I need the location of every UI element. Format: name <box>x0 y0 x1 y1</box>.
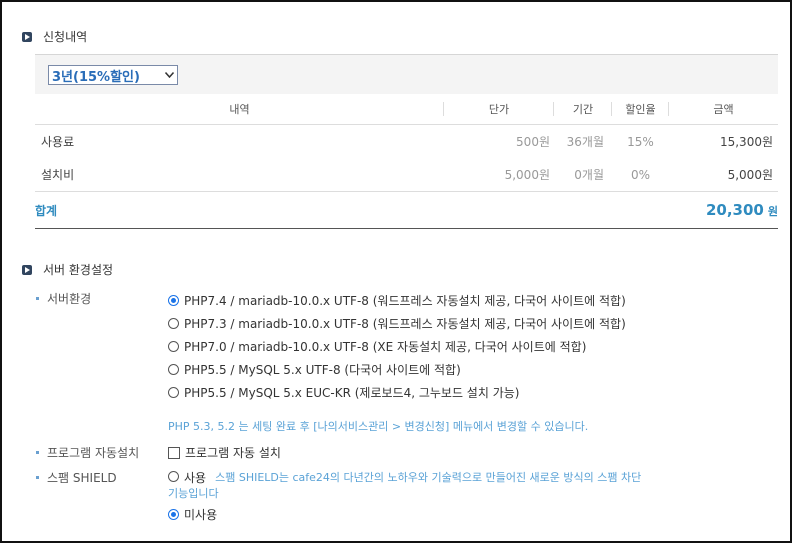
spam-nouse-label: 미사용 <box>184 508 218 522</box>
env-option-php55-euckr[interactable]: PHP5.5 / MySQL 5.x EUC-KR (제로보드4, 그누보드 설… <box>168 384 519 401</box>
row-discount: 0% <box>630 167 651 182</box>
server-section-title: 서버 환경설정 <box>43 263 114 277</box>
env-option-label: PHP7.3 / mariadb-10.0.x UTF-8 (워드프레스 자동설… <box>184 317 626 331</box>
radio-icon[interactable] <box>168 387 179 398</box>
table-row: 사용료 500원 36개월 15% 15,300원 <box>35 125 778 159</box>
program-checkbox-label: 프로그램 자동 설치 <box>185 446 281 460</box>
row-price: 5,000원 <box>504 168 550 182</box>
section-bullet-icon <box>22 31 32 42</box>
total-label: 합계 <box>35 191 444 229</box>
server-section-header: 서버 환경설정 <box>22 261 113 278</box>
server-env-label-text: 서버환경 <box>47 292 92 306</box>
order-section-title: 신청내역 <box>43 30 88 44</box>
period-bar: 3년(15%할인) <box>35 54 778 94</box>
col-header-period: 기간 <box>554 94 612 125</box>
env-option-label: PHP5.5 / MySQL 5.x UTF-8 (다국어 사이트에 적합) <box>184 363 461 377</box>
bullet-dot-icon <box>36 297 39 300</box>
radio-icon[interactable] <box>168 471 179 482</box>
env-option-php55-utf8[interactable]: PHP5.5 / MySQL 5.x UTF-8 (다국어 사이트에 적합) <box>168 361 461 378</box>
env-option-label: PHP7.0 / mariadb-10.0.x UTF-8 (XE 자동설치 제… <box>184 340 587 354</box>
main-frame: 신청내역 3년(15%할인) 내역 단가 기간 할인율 금액 사용료 500원 <box>0 0 792 543</box>
chevron-down-icon <box>161 66 177 84</box>
spam-use-label: 사용 <box>184 471 207 485</box>
period-select[interactable]: 3년(15%할인) <box>48 65 178 85</box>
env-option-php70[interactable]: PHP7.0 / mariadb-10.0.x UTF-8 (XE 자동설치 제… <box>168 338 586 355</box>
row-name: 사용료 <box>41 135 75 149</box>
radio-icon[interactable] <box>168 318 179 329</box>
checkbox-icon[interactable] <box>168 446 180 459</box>
period-select-value: 3년(15%할인) <box>52 69 140 85</box>
row-period: 36개월 <box>566 135 604 149</box>
col-header-amount: 금액 <box>669 94 778 125</box>
col-header-price: 단가 <box>444 94 554 125</box>
spam-desc-1: 스팸 SHIELD는 cafe24의 다년간의 노하우와 기술력으로 만들어진 … <box>215 471 642 484</box>
env-option-label: PHP5.5 / MySQL 5.x EUC-KR (제로보드4, 그누보드 설… <box>184 386 520 400</box>
col-header-discount: 할인율 <box>612 94 669 125</box>
row-amount: 15,300원 <box>719 135 773 149</box>
spam-use-option[interactable]: 사용 스팸 SHIELD는 cafe24의 다년간의 노하우와 기술력으로 만들… <box>168 469 641 486</box>
env-note: PHP 5.3, 5.2 는 세팅 완료 후 [나의서비스관리 > 변경신청] … <box>168 420 589 433</box>
spam-nouse-option[interactable]: 미사용 <box>168 506 217 523</box>
total-amount-unit: 원 <box>767 205 778 218</box>
program-label: 프로그램 자동설치 <box>36 444 139 461</box>
col-header-item: 내역 <box>35 94 444 125</box>
bullet-dot-icon <box>36 476 39 479</box>
program-auto-install-checkbox[interactable]: 프로그램 자동 설치 <box>168 444 281 461</box>
radio-icon[interactable] <box>168 364 179 375</box>
table-header-row: 내역 단가 기간 할인율 금액 <box>35 94 778 125</box>
table-row: 설치비 5,000원 0개월 0% 5,000원 <box>35 158 778 192</box>
total-row: 합계 20,300 원 <box>35 191 778 229</box>
section-bullet-icon <box>22 264 32 275</box>
spam-desc-2: 기능입니다 <box>168 487 219 500</box>
order-section-header: 신청내역 <box>22 28 87 45</box>
spam-label-text: 스팸 SHIELD <box>47 471 117 485</box>
server-env-label: 서버환경 <box>36 290 91 307</box>
row-price: 500원 <box>516 135 550 149</box>
row-period: 0개월 <box>574 168 604 182</box>
total-amount: 20,300 원 <box>669 191 778 229</box>
order-table: 내역 단가 기간 할인율 금액 사용료 500원 36개월 15% 15,300… <box>35 94 778 229</box>
env-option-label: PHP7.4 / mariadb-10.0.x UTF-8 (워드프레스 자동설… <box>184 294 626 308</box>
env-option-php74[interactable]: PHP7.4 / mariadb-10.0.x UTF-8 (워드프레스 자동설… <box>168 292 626 309</box>
program-label-text: 프로그램 자동설치 <box>47 446 140 460</box>
row-discount: 15% <box>627 134 654 149</box>
total-amount-value: 20,300 <box>705 201 764 219</box>
env-option-php73[interactable]: PHP7.3 / mariadb-10.0.x UTF-8 (워드프레스 자동설… <box>168 315 626 332</box>
radio-selected-icon[interactable] <box>168 295 179 306</box>
bullet-dot-icon <box>36 451 39 454</box>
radio-selected-icon[interactable] <box>168 509 179 520</box>
row-name: 설치비 <box>41 168 75 182</box>
row-amount: 5,000원 <box>727 168 773 182</box>
spam-label: 스팸 SHIELD <box>36 469 117 486</box>
radio-icon[interactable] <box>168 341 179 352</box>
